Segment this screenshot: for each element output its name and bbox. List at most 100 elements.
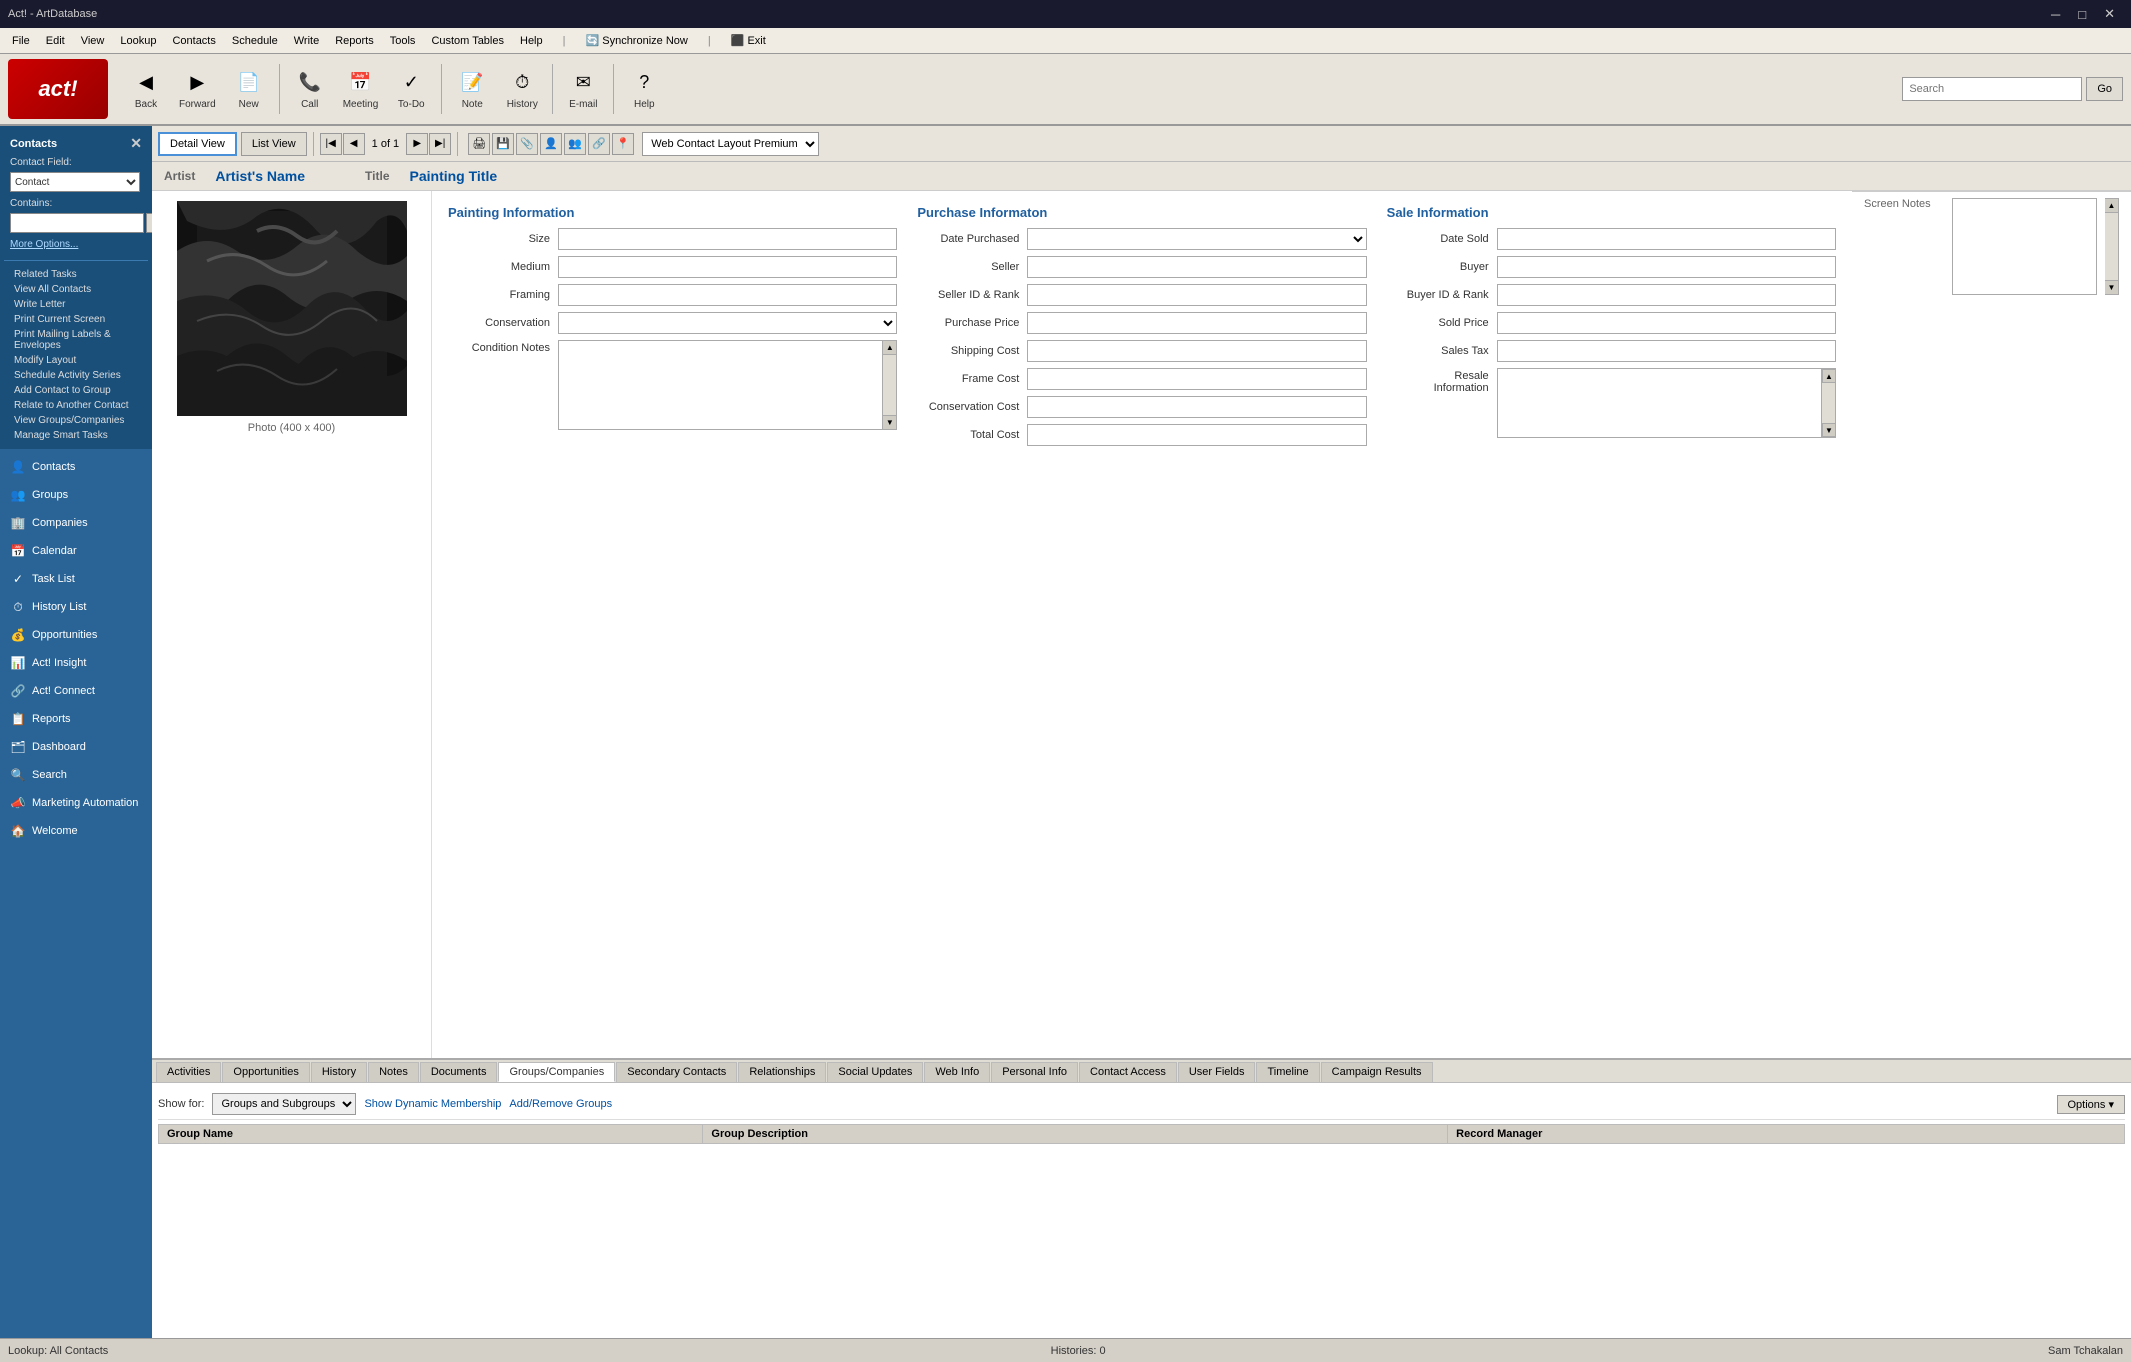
sidebar-item-search[interactable]: 🔍 Search (0, 761, 152, 789)
new-button[interactable]: 📄 New (225, 59, 273, 119)
show-dynamic-membership-link[interactable]: Show Dynamic Membership (364, 1098, 501, 1110)
condition-notes-textarea[interactable] (558, 340, 883, 430)
frame-cost-input[interactable] (1027, 368, 1366, 390)
sidebar-item-contacts[interactable]: 👤 Contacts (0, 453, 152, 481)
menu-synchronize[interactable]: 🔄 Synchronize Now (577, 31, 695, 50)
back-button[interactable]: ◀ Back (122, 59, 170, 119)
tab-opportunities[interactable]: Opportunities (222, 1062, 309, 1082)
sidebar-item-groups[interactable]: 👥 Groups (0, 481, 152, 509)
scrollbar-up-button[interactable]: ▲ (883, 341, 896, 355)
tab-history[interactable]: History (311, 1062, 367, 1082)
restore-button[interactable]: □ (2070, 4, 2094, 24)
scrollbar-down-button[interactable]: ▼ (883, 415, 896, 429)
next-record-button[interactable]: ▶ (406, 133, 428, 155)
forward-button[interactable]: ▶ Forward (172, 59, 223, 119)
email-button[interactable]: ✉ E-mail (559, 59, 607, 119)
sidebar-item-calendar[interactable]: 📅 Calendar (0, 537, 152, 565)
sidebar-item-act-connect[interactable]: 🔗 Act! Connect (0, 677, 152, 705)
menu-file[interactable]: File (4, 32, 38, 50)
purchase-price-input[interactable] (1027, 312, 1366, 334)
note-button[interactable]: 📝 Note (448, 59, 496, 119)
tab-personal-info[interactable]: Personal Info (991, 1062, 1078, 1082)
tab-relationships[interactable]: Relationships (738, 1062, 826, 1082)
record-manager-column-header[interactable]: Record Manager (1448, 1125, 2125, 1144)
resale-info-textarea[interactable] (1498, 369, 1821, 438)
menu-exit[interactable]: ⬛ Exit (723, 31, 774, 50)
tab-social-updates[interactable]: Social Updates (827, 1062, 923, 1082)
print-current-screen-link[interactable]: Print Current Screen (4, 312, 148, 327)
sidebar-item-task-list[interactable]: ✓ Task List (0, 565, 152, 593)
sidebar-collapse-button[interactable]: ✕ (130, 135, 142, 152)
group-name-column-header[interactable]: Group Name (159, 1125, 703, 1144)
tab-groups-companies[interactable]: Groups/Companies (498, 1062, 615, 1082)
menu-schedule[interactable]: Schedule (224, 32, 286, 50)
call-button[interactable]: 📞 Call (286, 59, 334, 119)
last-record-button[interactable]: ▶| (429, 133, 451, 155)
buyer-id-rank-input[interactable] (1497, 284, 1836, 306)
prev-record-button[interactable]: ◀ (343, 133, 365, 155)
seller-id-rank-input[interactable] (1027, 284, 1366, 306)
menu-lookup[interactable]: Lookup (112, 32, 164, 50)
buyer-input[interactable] (1497, 256, 1836, 278)
view-groups-companies-link[interactable]: View Groups/Companies (4, 413, 148, 428)
detail-view-button[interactable]: Detail View (158, 132, 237, 156)
medium-input[interactable] (558, 256, 897, 278)
print-mailing-labels-link[interactable]: Print Mailing Labels & Envelopes (4, 327, 148, 353)
date-sold-input[interactable] (1497, 228, 1836, 250)
relate-to-another-contact-link[interactable]: Relate to Another Contact (4, 398, 148, 413)
tab-documents[interactable]: Documents (420, 1062, 498, 1082)
search-go-button[interactable]: Go (2086, 77, 2123, 101)
view-all-contacts-link[interactable]: View All Contacts (4, 282, 148, 297)
menu-contacts[interactable]: Contacts (164, 32, 223, 50)
contact-field-select[interactable]: Contact (10, 172, 140, 192)
tab-timeline[interactable]: Timeline (1256, 1062, 1319, 1082)
write-letter-link[interactable]: Write Letter (4, 297, 148, 312)
framing-input[interactable] (558, 284, 897, 306)
date-purchased-select[interactable] (1027, 228, 1366, 250)
sales-tax-input[interactable] (1497, 340, 1836, 362)
screen-notes-textarea[interactable] (1952, 198, 2097, 295)
link-button[interactable]: 🔗 (588, 133, 610, 155)
todo-button[interactable]: ✓ To-Do (387, 59, 435, 119)
tab-notes[interactable]: Notes (368, 1062, 419, 1082)
tab-secondary-contacts[interactable]: Secondary Contacts (616, 1062, 737, 1082)
related-tasks-link[interactable]: Related Tasks (4, 267, 148, 282)
meeting-button[interactable]: 📅 Meeting (336, 59, 386, 119)
show-for-select[interactable]: Groups and Subgroups (212, 1093, 356, 1115)
sidebar-item-companies[interactable]: 🏢 Companies (0, 509, 152, 537)
sidebar-item-reports[interactable]: 📋 Reports (0, 705, 152, 733)
conservation-select[interactable] (558, 312, 897, 334)
tab-web-info[interactable]: Web Info (924, 1062, 990, 1082)
more-options-link[interactable]: More Options... (4, 235, 148, 254)
total-cost-input[interactable] (1027, 424, 1366, 446)
sidebar-item-opportunities[interactable]: 💰 Opportunities (0, 621, 152, 649)
menu-view[interactable]: View (73, 32, 113, 50)
first-record-button[interactable]: |◀ (320, 133, 342, 155)
menu-reports[interactable]: Reports (327, 32, 382, 50)
screen-notes-scrollbar-down[interactable]: ▼ (2105, 280, 2118, 294)
menu-tools[interactable]: Tools (382, 32, 424, 50)
resale-scrollbar-up[interactable]: ▲ (1822, 369, 1836, 383)
screen-notes-scrollbar-up[interactable]: ▲ (2105, 199, 2118, 213)
conservation-cost-input[interactable] (1027, 396, 1366, 418)
add-contact-to-group-link[interactable]: Add Contact to Group (4, 383, 148, 398)
tab-user-fields[interactable]: User Fields (1178, 1062, 1256, 1082)
schedule-activity-series-link[interactable]: Schedule Activity Series (4, 368, 148, 383)
list-view-button[interactable]: List View (241, 132, 307, 156)
modify-layout-link[interactable]: Modify Layout (4, 353, 148, 368)
add-remove-groups-link[interactable]: Add/Remove Groups (509, 1098, 612, 1110)
layout-select[interactable]: Web Contact Layout Premium (642, 132, 819, 156)
groups-options-button[interactable]: Options ▾ (2057, 1095, 2126, 1114)
resale-scrollbar-down[interactable]: ▼ (1822, 423, 1836, 437)
minimize-button[interactable]: ─ (2043, 4, 2068, 24)
help-button[interactable]: ? Help (620, 59, 668, 119)
search-input[interactable] (1902, 77, 2082, 101)
sidebar-item-dashboard[interactable]: 🗂 Dashboard (0, 733, 152, 761)
save-button[interactable]: 💾 (492, 133, 514, 155)
person-button[interactable]: 👤 (540, 133, 562, 155)
sold-price-input[interactable] (1497, 312, 1836, 334)
map-button[interactable]: 📍 (612, 133, 634, 155)
sidebar-item-marketing-automation[interactable]: 📣 Marketing Automation (0, 789, 152, 817)
tab-campaign-results[interactable]: Campaign Results (1321, 1062, 1433, 1082)
menu-help[interactable]: Help (512, 32, 551, 50)
